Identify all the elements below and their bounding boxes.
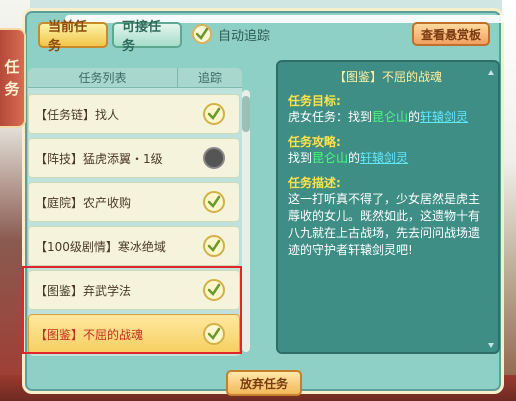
detail-title: 【图鉴】不屈的战魂 <box>333 70 442 84</box>
goal-text: 虎女任务：找到昆仑山的轩辕剑灵 <box>288 109 488 126</box>
quest-list: 任务列表 追踪 【任务链】找人 【阵技】猛虎添翼・1级 【庭院】农产收购 【10… <box>28 68 242 356</box>
tab-available-quests[interactable]: 可接任务 <box>112 20 182 54</box>
track-off-icon[interactable] <box>203 147 225 169</box>
goal-prefix: 虎女任务：找到 <box>288 110 373 124</box>
strategy-prefix: 找到 <box>288 151 313 165</box>
track-check-icon[interactable] <box>203 323 225 345</box>
header-track: 追踪 <box>197 71 222 85</box>
quest-row-label: 【庭院】农产收购 <box>35 195 132 210</box>
auto-track-toggle[interactable]: 自动追踪 <box>192 24 270 44</box>
track-check-icon[interactable] <box>203 235 225 257</box>
background-right-scenery <box>502 0 516 401</box>
track-check-icon[interactable] <box>203 191 225 213</box>
quest-row[interactable]: 【100级剧情】寒冰绝域 <box>28 226 240 266</box>
goal-mid: 的 <box>408 110 421 124</box>
detail-scrollbar[interactable] <box>488 70 494 348</box>
quest-row-selected[interactable]: 【图鉴】不屈的战魂 <box>28 314 240 354</box>
strategy-title: 任务攻略: <box>288 135 341 149</box>
goal-place-link[interactable]: 昆仑山 <box>372 110 408 124</box>
strategy-place-link[interactable]: 昆仑山 <box>312 151 348 165</box>
side-tab-char-1: 任 <box>4 58 20 76</box>
quest-row-label: 【图鉴】弃武学法 <box>35 283 132 298</box>
quest-list-header: 任务列表 追踪 <box>28 68 242 88</box>
quest-row-label: 【阵技】猛虎添翼・1级 <box>35 151 163 166</box>
strategy-target-link[interactable]: 轩辕剑灵 <box>360 151 408 165</box>
header-quest-list: 任务列表 <box>28 68 178 87</box>
abandon-quest-button[interactable]: 放弃任务 <box>226 370 302 396</box>
strategy-text: 找到昆仑山的轩辕剑灵 <box>288 150 488 167</box>
check-icon <box>192 24 212 44</box>
auto-track-label: 自动追踪 <box>218 28 271 44</box>
description-text: 这一打听真不得了，少女居然是虎主蓐收的女儿。既然如此，这遗物十有八九就在上古战场… <box>288 192 481 257</box>
quest-row[interactable]: 【庭院】农产收购 <box>28 182 240 222</box>
quest-detail-panel: 【图鉴】不屈的战魂 任务目标: 虎女任务：找到昆仑山的轩辕剑灵 任务攻略: 找到… <box>276 60 500 354</box>
tab-current-quests[interactable]: 当前任务 <box>38 20 108 54</box>
quest-list-scrollbar[interactable] <box>242 90 250 352</box>
quest-row[interactable]: 【任务链】找人 <box>28 94 240 134</box>
track-check-icon[interactable] <box>203 103 225 125</box>
description-title: 任务描述: <box>288 176 341 190</box>
quest-row-label: 【任务链】找人 <box>35 107 120 122</box>
quest-row-label: 【100级剧情】寒冰绝域 <box>35 239 166 254</box>
scrollbar-thumb[interactable] <box>242 96 250 132</box>
quest-row[interactable]: 【图鉴】弃武学法 <box>28 270 240 310</box>
goal-title: 任务目标: <box>288 94 341 108</box>
goal-target-link[interactable]: 轩辕剑灵 <box>420 110 468 124</box>
side-tab-char-2: 务 <box>4 80 20 98</box>
quest-row-label: 【图鉴】不屈的战魂 <box>35 327 144 342</box>
track-check-icon[interactable] <box>203 279 225 301</box>
side-tab-quest[interactable]: 任 务 <box>0 28 26 128</box>
view-bounty-board-button[interactable]: 查看悬赏板 <box>412 22 490 46</box>
quest-row[interactable]: 【阵技】猛虎添翼・1级 <box>28 138 240 178</box>
strategy-mid: 的 <box>348 151 361 165</box>
